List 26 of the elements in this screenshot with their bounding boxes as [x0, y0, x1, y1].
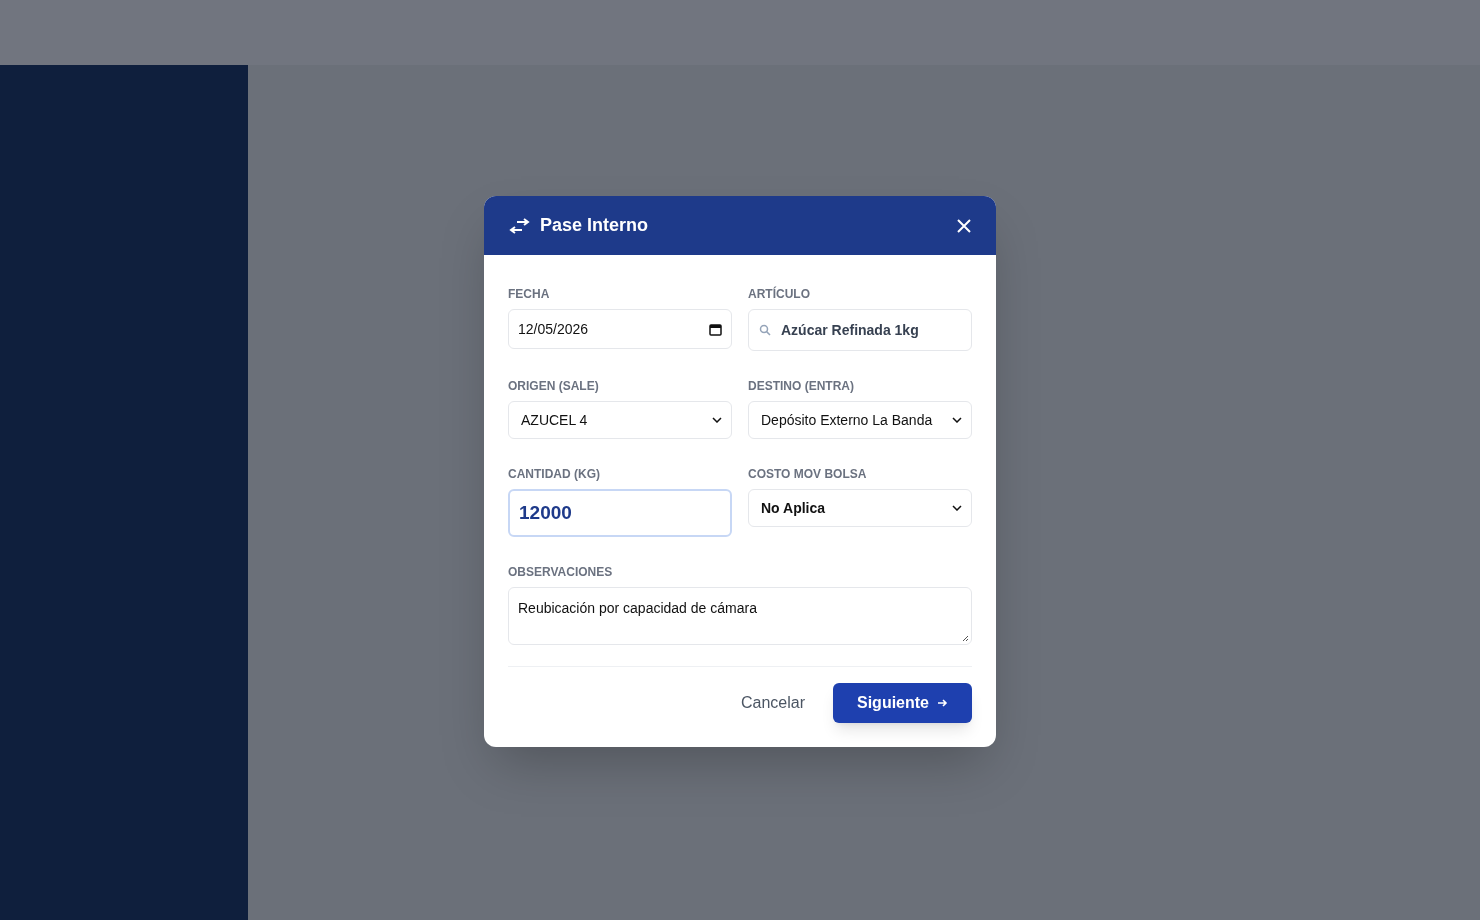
chevron-down-icon: [952, 505, 962, 511]
close-icon[interactable]: [957, 218, 971, 233]
field-label: OBSERVACIONES: [508, 564, 613, 581]
date-field[interactable]: 12/05/2026: [508, 309, 732, 349]
field-label: COSTO MOV BOLSA: [748, 466, 867, 483]
cancel-button[interactable]: Cancelar: [740, 691, 805, 715]
search-icon: [759, 324, 771, 336]
chevron-down-icon: [712, 417, 722, 423]
field-label: DESTINO (ENTRA): [748, 378, 854, 395]
select-field[interactable]: No Aplica: [748, 489, 972, 527]
swap-arrows-icon: [509, 217, 530, 234]
search-field[interactable]: Azúcar Refinada 1kg: [748, 309, 972, 351]
field-label: ORIGEN (SALE): [508, 378, 599, 395]
resize-handle-icon[interactable]: [962, 635, 969, 642]
field-label: FECHA: [508, 286, 550, 303]
field-label: CANTIDAD (KG): [508, 466, 600, 483]
quantity-field[interactable]: 12000: [508, 489, 732, 537]
calendar-icon[interactable]: [709, 322, 722, 336]
chevron-down-icon: [952, 417, 962, 423]
dialog-title: Pase Interno: [540, 214, 650, 237]
notes-field[interactable]: Reubicación por capacidad de cámara: [508, 587, 972, 645]
select-field[interactable]: Depósito Externo La Banda: [748, 401, 972, 439]
select-field[interactable]: AZUCEL 4: [508, 401, 732, 439]
arrow-right-icon: [937, 698, 948, 708]
field-label: ARTÍCULO: [748, 285, 810, 303]
next-button[interactable]: Siguiente: [833, 683, 972, 723]
